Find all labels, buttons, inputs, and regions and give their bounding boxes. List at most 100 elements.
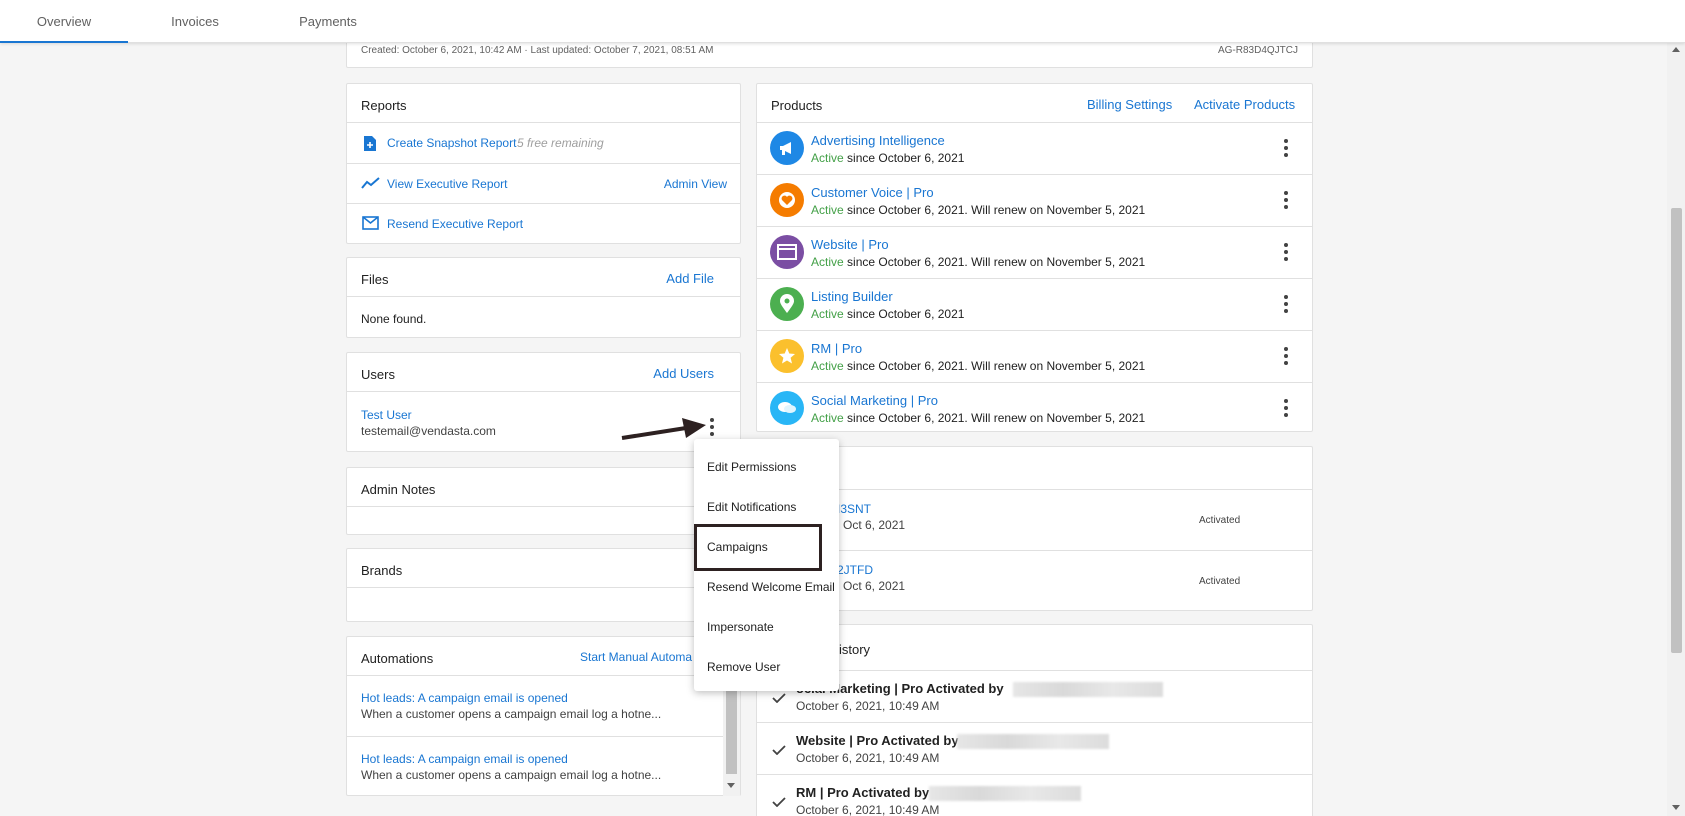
email-send-icon <box>362 216 379 230</box>
menu-item-remove-user[interactable]: Remove User <box>694 647 839 687</box>
product-name-link[interactable]: Website | Pro <box>811 237 889 252</box>
automations-title: Automations <box>361 651 434 666</box>
start-manual-automation-button[interactable]: Start Manual Automa <box>580 650 692 664</box>
automations-card: Automations Start Manual Automa Hot leads… <box>346 636 741 796</box>
users-title: Users <box>361 367 395 382</box>
check-icon <box>772 693 786 703</box>
automation-item-title[interactable]: Hot leads: A campaign email is opened <box>361 691 568 705</box>
create-snapshot-link[interactable]: Create Snapshot Report <box>387 136 516 150</box>
files-card: Files Add File None found. <box>346 257 741 338</box>
browser-icon <box>770 235 804 269</box>
highlight-annotation <box>694 524 822 571</box>
resend-executive-row[interactable]: Resend Executive Report <box>347 204 740 244</box>
product-more-menu-button[interactable] <box>1282 295 1290 313</box>
megaphone-icon <box>770 131 804 165</box>
scroll-up-icon[interactable] <box>1672 47 1680 52</box>
free-remaining-text: 5 free remaining <box>517 136 604 150</box>
tab-bar: Overview Invoices Payments <box>0 0 1685 43</box>
trending-line-icon <box>361 177 380 189</box>
menu-item-resend-welcome-email[interactable]: Resend Welcome Email <box>694 567 839 607</box>
automations-scrollbar[interactable] <box>723 676 740 796</box>
files-empty-text: None found. <box>361 312 427 326</box>
menu-item-edit-permissions[interactable]: Edit Permissions <box>694 447 839 487</box>
product-name-link[interactable]: RM | Pro <box>811 341 862 356</box>
product-more-menu-button[interactable] <box>1282 347 1290 365</box>
history-item-time: October 6, 2021, 10:49 AM <box>796 803 940 816</box>
product-name-link[interactable]: Advertising Intelligence <box>811 133 945 148</box>
admin-notes-card: Admin Notes <box>346 467 741 535</box>
billing-settings-button[interactable]: Billing Settings <box>1087 97 1172 112</box>
user-more-menu-button[interactable] <box>708 418 716 436</box>
redacted-user <box>957 734 1109 749</box>
view-executive-row[interactable]: View Executive Report Admin View <box>347 164 740 204</box>
products-title: Products <box>771 98 823 113</box>
redacted-user <box>929 786 1081 801</box>
history-item: ocial Marketing | Pro Activated by Octob… <box>757 671 1312 723</box>
product-row[interactable]: RM | Pro Active since October 6, 2021. Wi… <box>757 331 1312 383</box>
activation-row[interactable]: 2JTFD Oct 6, 2021 Activated <box>757 551 1312 611</box>
user-name-link[interactable]: Test User <box>361 408 412 422</box>
created-updated-text: Created: October 6, 2021, 10:42 AM · Las… <box>361 45 714 56</box>
scroll-down-icon[interactable] <box>1672 805 1680 810</box>
product-status: Active since October 6, 2021. Will renew… <box>811 359 1145 373</box>
history-item-text: Website | Pro Activated by <box>796 733 959 748</box>
product-active-label: Active <box>811 151 844 165</box>
product-more-menu-button[interactable] <box>1282 399 1290 417</box>
reports-card: Reports Create Snapshot Report 5 free re… <box>346 83 741 244</box>
product-row[interactable]: Website | Pro Active since October 6, 202… <box>757 227 1312 279</box>
product-row[interactable]: Listing Builder Active since October 6, 2… <box>757 279 1312 331</box>
activation-code[interactable]: I3SNT <box>837 502 871 516</box>
history-item-text: RM | Pro Activated by <box>796 785 930 800</box>
admin-view-link[interactable]: Admin View <box>664 177 727 191</box>
brands-title: Brands <box>361 563 403 578</box>
product-more-menu-button[interactable] <box>1282 191 1290 209</box>
product-more-menu-button[interactable] <box>1282 243 1290 261</box>
user-email: testemail@vendasta.com <box>361 424 496 438</box>
add-file-button[interactable]: Add File <box>666 271 714 286</box>
product-status-detail: since October 6, 2021. Will renew on Nov… <box>843 203 1146 217</box>
tab-invoices[interactable]: Invoices <box>145 0 245 43</box>
product-name-link[interactable]: Listing Builder <box>811 289 893 304</box>
product-status-detail: since October 6, 2021 <box>843 307 965 321</box>
product-row[interactable]: Advertising Intelligence Active since Oct… <box>757 123 1312 175</box>
menu-item-impersonate[interactable]: Impersonate <box>694 607 839 647</box>
scroll-thumb[interactable] <box>1671 208 1682 653</box>
history-title: istory <box>839 642 871 657</box>
product-active-label: Active <box>811 255 844 269</box>
activation-row[interactable]: I3SNT Oct 6, 2021 Activated <box>757 490 1312 551</box>
automation-item[interactable]: Hot leads: A campaign email is opened Wh… <box>347 676 723 737</box>
activation-date: Oct 6, 2021 <box>843 518 906 532</box>
tab-payments[interactable]: Payments <box>278 0 378 43</box>
page-scrollbar[interactable] <box>1667 43 1685 816</box>
products-card: Products Billing Settings Activate Produ… <box>756 83 1313 432</box>
tab-overview[interactable]: Overview <box>0 0 128 43</box>
product-row[interactable]: Customer Voice | Pro Active since October… <box>757 175 1312 227</box>
arrow-annotation-icon <box>621 418 706 440</box>
product-name-link[interactable]: Customer Voice | Pro <box>811 185 934 200</box>
location-pin-icon <box>770 287 804 321</box>
add-users-button[interactable]: Add Users <box>653 366 714 381</box>
history-item: RM | Pro Activated by October 6, 2021, 1… <box>757 775 1312 816</box>
files-title: Files <box>361 272 389 287</box>
account-id: AG-R83D4QJTCJ <box>1217 45 1298 56</box>
product-name-link[interactable]: Social Marketing | Pro <box>811 393 938 408</box>
activation-code[interactable]: 2JTFD <box>837 563 873 577</box>
history-item: Website | Pro Activated by October 6, 20… <box>757 723 1312 775</box>
activate-products-button[interactable]: Activate Products <box>1194 97 1295 112</box>
history-item-time: October 6, 2021, 10:49 AM <box>796 751 940 765</box>
admin-notes-title: Admin Notes <box>361 482 436 497</box>
product-status-detail: since October 6, 2021 <box>843 151 965 165</box>
view-executive-link[interactable]: View Executive Report <box>387 177 508 191</box>
menu-item-edit-notifications[interactable]: Edit Notifications <box>694 487 839 527</box>
product-more-menu-button[interactable] <box>1282 139 1290 157</box>
create-snapshot-row[interactable]: Create Snapshot Report 5 free remaining <box>347 123 740 164</box>
activations-card: I3SNT Oct 6, 2021 Activated 2JTFD Oct 6,… <box>756 446 1313 611</box>
chat-bubbles-icon <box>770 391 804 425</box>
redacted-user <box>1013 682 1163 697</box>
automation-item[interactable]: Hot leads: A campaign email is opened Wh… <box>347 737 723 796</box>
resend-executive-link[interactable]: Resend Executive Report <box>387 217 523 231</box>
check-icon <box>772 745 786 755</box>
product-row[interactable]: Social Marketing | Pro Active since Octob… <box>757 383 1312 435</box>
scroll-down-icon[interactable] <box>727 783 735 788</box>
automation-item-title[interactable]: Hot leads: A campaign email is opened <box>361 752 568 766</box>
